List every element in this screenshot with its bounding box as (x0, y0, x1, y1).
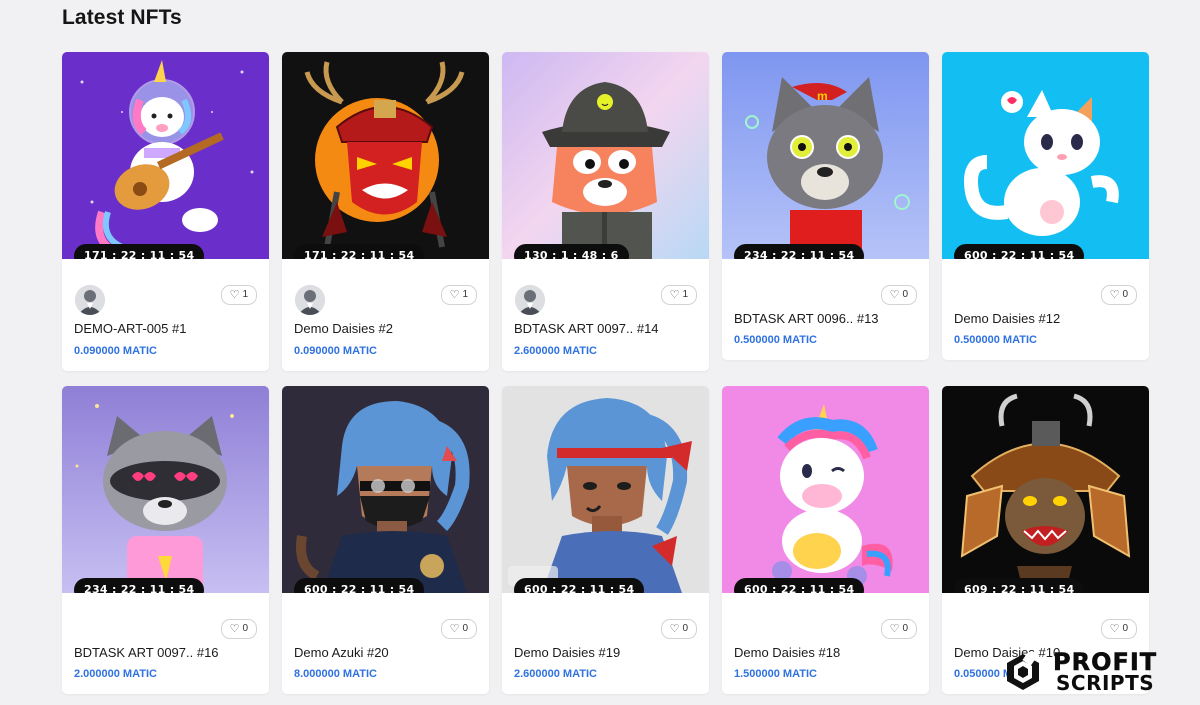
nft-card[interactable]: 600 : 22 : 11 : 54 ♡ 0 Demo Daisies #12 … (942, 52, 1149, 360)
heart-icon: ♡ (449, 288, 460, 301)
like-count: 0 (462, 623, 468, 634)
owner-avatar[interactable] (75, 285, 105, 315)
heart-icon: ♡ (229, 622, 240, 635)
auction-countdown: 234 : 22 : 11 : 54 (734, 244, 865, 259)
like-count: 0 (902, 623, 908, 634)
like-count: 0 (902, 289, 908, 300)
auction-countdown: 600 : 22 : 11 : 54 (514, 578, 645, 593)
cat-heart-image (942, 52, 1149, 259)
nft-price: 0.500000 MATIC (954, 334, 1037, 346)
nft-card[interactable]: 130 : 1 : 48 : 6 ♡ 1 BDTASK ART 0097.. #… (502, 52, 709, 371)
wolf-red-shirt-image: m (722, 52, 929, 259)
samurai-gorilla-image (942, 386, 1149, 593)
unicorn-sitting-image (722, 386, 929, 593)
nft-card[interactable]: m 234 : 22 : 11 : 54 ♡ 0 BDTASK ART 0096… (722, 52, 929, 360)
auction-countdown: 171 : 22 : 11 : 54 (294, 244, 425, 259)
svg-text:m: m (817, 89, 828, 103)
nft-name[interactable]: Demo Daisies #12 (954, 311, 1060, 326)
auction-countdown: 609 : 22 : 11 : 54 (954, 578, 1085, 593)
like-count: 1 (462, 289, 468, 300)
heart-icon: ♡ (889, 622, 900, 635)
profit-scripts-logo-icon (1007, 652, 1039, 690)
azuki-masked-image (282, 386, 489, 593)
nft-card[interactable]: 171 : 22 : 11 : 54 ♡ 1 Demo Daisies #2 0… (282, 52, 489, 371)
nft-artwork-azuki-masked[interactable]: 600 : 22 : 11 : 54 (282, 386, 489, 593)
nft-name[interactable]: BDTASK ART 0096.. #13 (734, 311, 879, 326)
nft-artwork-wolf[interactable]: m 234 : 22 : 11 : 54 (722, 52, 929, 259)
nft-card[interactable]: 171 : 22 : 11 : 54 ♡ 1 DEMO-ART-005 #1 0… (62, 52, 269, 371)
like-count: 0 (1122, 289, 1128, 300)
like-count: 0 (242, 623, 248, 634)
like-count: 0 (1122, 623, 1128, 634)
like-count: 0 (682, 623, 688, 634)
nft-artwork-samurai-gorilla[interactable]: 609 : 22 : 11 : 54 (942, 386, 1149, 593)
nft-artwork-fox-bucket-hat[interactable]: 130 : 1 : 48 : 6 (502, 52, 709, 259)
heart-icon: ♡ (669, 622, 680, 635)
azuki-headband-image (502, 386, 709, 593)
heart-icon: ♡ (889, 288, 900, 301)
like-button[interactable]: ♡ 0 (440, 619, 477, 639)
nft-price: 2.000000 MATIC (74, 668, 157, 680)
auction-countdown: 600 : 22 : 11 : 54 (294, 578, 425, 593)
auction-countdown: 234 : 22 : 11 : 54 (74, 578, 205, 593)
nft-grid: 171 : 22 : 11 : 54 ♡ 1 DEMO-ART-005 #1 0… (62, 52, 1149, 694)
nft-artwork-samurai-oni[interactable]: 171 : 22 : 11 : 54 (282, 52, 489, 259)
like-button[interactable]: ♡ 0 (1100, 619, 1137, 639)
profit-scripts-watermark: PROFIT SCRIPTS (1003, 648, 1178, 698)
nft-artwork-unicorn-astronaut[interactable]: 171 : 22 : 11 : 54 (62, 52, 269, 259)
owner-avatar[interactable] (515, 285, 545, 315)
like-button[interactable]: ♡ 0 (660, 619, 697, 639)
nft-price: 2.600000 MATIC (514, 668, 597, 680)
heart-icon: ♡ (669, 288, 680, 301)
heart-icon: ♡ (449, 622, 460, 635)
like-count: 1 (242, 289, 248, 300)
nft-name[interactable]: Demo Azuki #20 (294, 645, 389, 660)
auction-countdown: 171 : 22 : 11 : 54 (74, 244, 205, 259)
like-button[interactable]: ♡ 1 (440, 285, 477, 305)
nft-artwork-raccoon[interactable]: 234 : 22 : 11 : 54 (62, 386, 269, 593)
nft-artwork-unicorn-sitting[interactable]: 600 : 22 : 11 : 54 (722, 386, 929, 593)
unicorn-astronaut-image (62, 52, 269, 259)
nft-name[interactable]: Demo Daisies #2 (294, 321, 393, 336)
nft-name[interactable]: Demo Daisies #18 (734, 645, 840, 660)
nft-price: 2.600000 MATIC (514, 345, 597, 357)
like-button[interactable]: ♡ 0 (220, 619, 257, 639)
nft-price: 8.000000 MATIC (294, 668, 377, 680)
owner-avatar[interactable] (295, 285, 325, 315)
section-title: Latest NFTs (62, 6, 182, 29)
heart-icon: ♡ (1109, 288, 1120, 301)
nft-price: 0.090000 MATIC (294, 345, 377, 357)
auction-countdown: 600 : 22 : 11 : 54 (734, 578, 865, 593)
heart-icon: ♡ (229, 288, 240, 301)
like-button[interactable]: ♡ 1 (220, 285, 257, 305)
nft-card[interactable]: 600 : 22 : 11 : 54 ♡ 0 Demo Daisies #18 … (722, 386, 929, 694)
samurai-oni-image (282, 52, 489, 259)
nft-name[interactable]: DEMO-ART-005 #1 (74, 321, 186, 336)
nft-price: 1.500000 MATIC (734, 668, 817, 680)
like-button[interactable]: ♡ 0 (880, 285, 917, 305)
auction-countdown: 600 : 22 : 11 : 54 (954, 244, 1085, 259)
auction-countdown: 130 : 1 : 48 : 6 (514, 244, 629, 259)
watermark-line2: SCRIPTS (1056, 671, 1155, 695)
nft-price: 0.500000 MATIC (734, 334, 817, 346)
nft-artwork-cat[interactable]: 600 : 22 : 11 : 54 (942, 52, 1149, 259)
nft-card[interactable]: 600 : 22 : 11 : 54 ♡ 0 Demo Azuki #20 8.… (282, 386, 489, 694)
like-count: 1 (682, 289, 688, 300)
nft-name[interactable]: BDTASK ART 0097.. #14 (514, 321, 659, 336)
nft-artwork-azuki-headband[interactable]: 600 : 22 : 11 : 54 (502, 386, 709, 593)
nft-card[interactable]: 600 : 22 : 11 : 54 ♡ 0 Demo Daisies #19 … (502, 386, 709, 694)
like-button[interactable]: ♡ 0 (1100, 285, 1137, 305)
nft-card[interactable]: 234 : 22 : 11 : 54 ♡ 0 BDTASK ART 0097..… (62, 386, 269, 694)
nft-name[interactable]: Demo Daisies #19 (514, 645, 620, 660)
nft-price: 0.090000 MATIC (74, 345, 157, 357)
like-button[interactable]: ♡ 0 (880, 619, 917, 639)
heart-icon: ♡ (1109, 622, 1120, 635)
raccoon-heart-eyes-image (62, 386, 269, 593)
fox-bucket-hat-image (502, 52, 709, 259)
nft-name[interactable]: BDTASK ART 0097.. #16 (74, 645, 219, 660)
like-button[interactable]: ♡ 1 (660, 285, 697, 305)
